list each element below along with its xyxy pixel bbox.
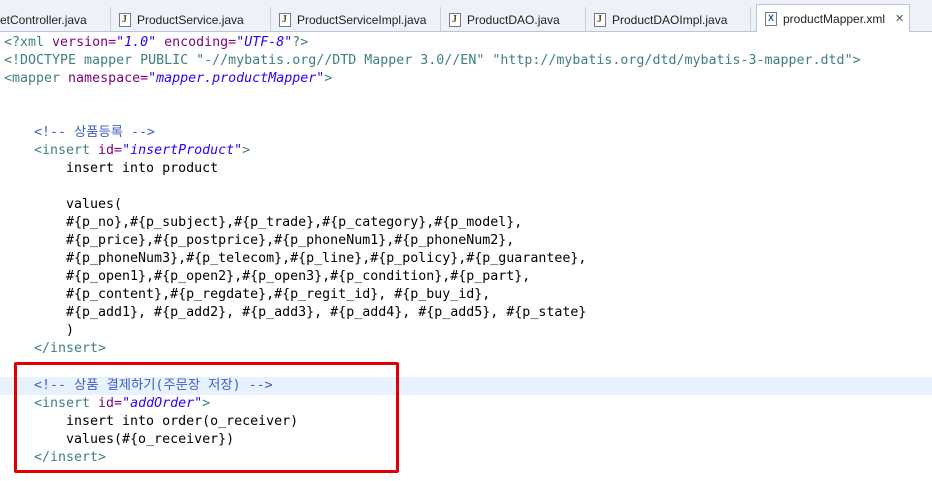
- code-line: #{p_no},#{p_subject},#{p_trade},#{p_cate…: [66, 215, 523, 230]
- code-line: #{p_phoneNum3},#{p_telecom},#{p_line},#{…: [66, 251, 587, 266]
- code-line: #{p_price},#{p_postprice},#{p_phoneNum1}…: [66, 233, 515, 248]
- tab-productserviceimpl[interactable]: ProductServiceImpl.java: [271, 7, 441, 32]
- java-file-icon: [449, 12, 461, 27]
- insert-product-open-line: <insert id="insertProduct">: [34, 143, 251, 158]
- code-line: values(: [66, 197, 123, 212]
- tab-productmapper-xml[interactable]: productMapper.xml ✕: [756, 4, 910, 32]
- code-line: #{p_content},#{p_regdate},#{p_regit_id},…: [66, 287, 491, 302]
- red-highlight-box: [14, 362, 399, 473]
- comment-product-register: <!-- 상품등록 -->: [34, 125, 155, 140]
- java-file-icon: [119, 12, 131, 27]
- close-icon[interactable]: ✕: [895, 12, 904, 25]
- tab-label: ProductService.java: [137, 12, 244, 27]
- doctype-line: <!DOCTYPE mapper PUBLIC "-//mybatis.org/…: [4, 53, 861, 68]
- tab-marketcontroller[interactable]: etController.java: [0, 7, 111, 32]
- java-file-icon: [279, 12, 291, 27]
- tab-productdao[interactable]: ProductDAO.java: [441, 7, 586, 32]
- tab-label: etController.java: [0, 12, 87, 27]
- code-line: #{p_open1},#{p_open2},#{p_open3},#{p_con…: [66, 269, 531, 284]
- tab-productservice[interactable]: ProductService.java: [111, 7, 271, 32]
- editor-tab-bar: etController.java ProductService.java Pr…: [0, 0, 932, 32]
- xml-declaration-line: <?xml version="1.0" encoding="UTF-8"?>: [4, 35, 309, 50]
- tab-label: ProductDAO.java: [467, 12, 560, 27]
- insert-close-line: </insert>: [34, 341, 107, 356]
- tab-label: ProductDAOImpl.java: [612, 12, 728, 27]
- mapper-open-line: <mapper namespace="mapper.productMapper"…: [4, 71, 333, 86]
- java-file-icon: [594, 12, 606, 27]
- code-line: ): [66, 323, 75, 338]
- tab-productdaoimpl[interactable]: ProductDAOImpl.java: [586, 7, 751, 32]
- tab-label: productMapper.xml: [783, 11, 886, 26]
- tab-label: ProductServiceImpl.java: [297, 12, 427, 27]
- code-line: insert into product: [66, 161, 219, 176]
- code-line: #{p_add1}, #{p_add2}, #{p_add3}, #{p_add…: [66, 305, 587, 320]
- xml-file-icon: [765, 11, 777, 26]
